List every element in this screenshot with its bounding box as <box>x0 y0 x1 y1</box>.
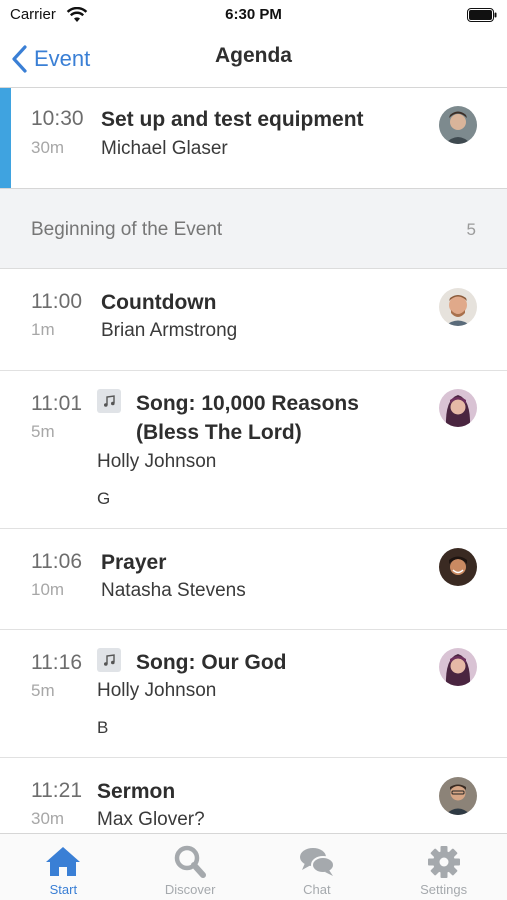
item-person: Michael Glaser <box>101 138 228 159</box>
song-key: B <box>97 718 109 737</box>
item-title: Prayer <box>101 551 167 574</box>
avatar <box>439 389 477 427</box>
item-time: 11:06 <box>31 550 82 573</box>
tab-settings[interactable]: Settings <box>380 834 507 900</box>
search-icon <box>174 845 207 878</box>
tab-label: Settings <box>420 882 468 897</box>
avatar <box>439 288 477 326</box>
item-time: 10:30 <box>31 107 84 130</box>
item-person: Natasha Stevens <box>101 580 246 601</box>
item-person: Holly Johnson <box>97 680 217 701</box>
navigation-bar: Event Agenda <box>0 32 507 88</box>
section-header: Beginning of the Event 5 <box>0 189 507 269</box>
item-time: 11:21 <box>31 779 82 802</box>
music-note-icon <box>97 648 121 672</box>
music-note-icon <box>97 389 121 413</box>
item-time: 11:16 <box>31 651 82 674</box>
battery-icon <box>467 8 497 22</box>
agenda-item[interactable]: 11:16 5m Song: Our God Holly Johnson B <box>0 630 507 758</box>
agenda-item[interactable]: 11:00 1m Countdown Brian Armstrong <box>0 269 507 371</box>
current-item-marker <box>0 88 11 188</box>
item-title: Song: 10,000 Reasons <box>136 392 359 415</box>
agenda-list: 10:30 30m Set up and test equipment Mich… <box>0 88 507 833</box>
page-title: Agenda <box>214 44 292 67</box>
item-duration: 30m <box>31 809 65 828</box>
tab-label: Discover <box>164 882 216 897</box>
agenda-item[interactable]: 11:06 10m Prayer Natasha Stevens <box>0 529 507 630</box>
section-title: Beginning of the Event <box>31 219 223 240</box>
item-person: Max Glover? <box>97 809 205 830</box>
item-title: Sermon <box>97 780 176 803</box>
avatar <box>439 648 477 686</box>
song-key: G <box>97 489 111 508</box>
gear-icon <box>427 846 460 878</box>
item-duration: 30m <box>31 138 65 157</box>
agenda-item-current[interactable]: 10:30 30m Set up and test equipment Mich… <box>0 88 507 189</box>
item-person: Holly Johnson <box>97 451 217 472</box>
agenda-item[interactable]: 11:01 5m Song: 10,000 Reasons (Bless The… <box>0 371 507 529</box>
status-bar: Carrier 6:30 PM <box>0 0 507 32</box>
avatar <box>439 777 477 815</box>
home-icon <box>46 847 81 876</box>
item-duration: 10m <box>31 580 65 599</box>
item-person: Brian Armstrong <box>101 320 238 341</box>
item-time: 11:01 <box>31 392 82 415</box>
tab-start[interactable]: Start <box>0 834 127 900</box>
agenda-item[interactable]: 11:21 30m Sermon Max Glover? <box>0 758 507 833</box>
tab-label: Chat <box>303 882 331 897</box>
item-time: 11:00 <box>31 290 82 313</box>
item-title: Set up and test equipment <box>101 108 364 131</box>
tab-bar: Start Discover Chat Settings <box>0 833 507 900</box>
item-duration: 5m <box>31 681 55 700</box>
item-title: Countdown <box>101 291 217 314</box>
avatar <box>439 106 477 144</box>
tab-chat[interactable]: Chat <box>254 834 381 900</box>
item-title-continued: (Bless The Lord) <box>136 421 302 444</box>
item-duration: 1m <box>31 320 55 339</box>
item-title: Song: Our God <box>136 651 287 674</box>
chat-icon <box>299 848 335 876</box>
tab-discover[interactable]: Discover <box>127 834 254 900</box>
item-duration: 5m <box>31 422 55 441</box>
tab-label: Start <box>49 882 78 897</box>
status-time: 6:30 PM <box>225 6 282 23</box>
avatar <box>439 548 477 586</box>
section-count: 5 <box>466 220 476 239</box>
